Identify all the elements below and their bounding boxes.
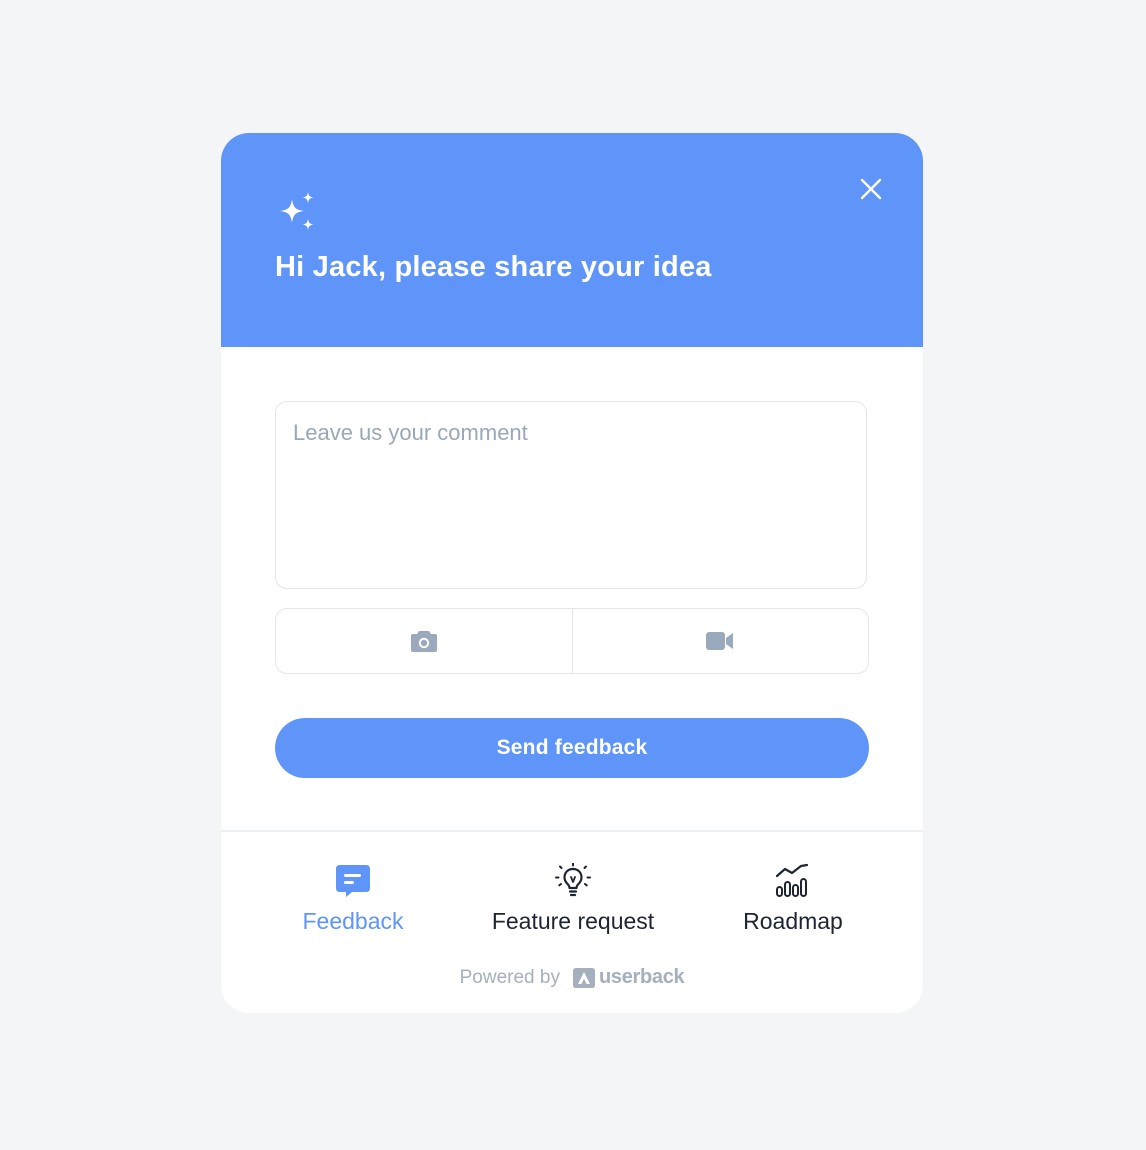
- camera-icon: [410, 631, 437, 652]
- userback-logo-icon: [572, 967, 595, 988]
- sparkles-icon: [280, 192, 314, 230]
- nav-feedback-label: Feedback: [302, 908, 404, 934]
- roadmap-chart-icon: [775, 863, 809, 897]
- close-button[interactable]: [855, 173, 887, 205]
- footer-divider: [221, 830, 923, 832]
- header-title: Hi Jack, please share your idea: [275, 251, 712, 283]
- feedback-icon: [336, 865, 370, 897]
- powered-by: Powered by userback: [221, 966, 923, 989]
- powered-by-text: Powered by: [459, 966, 560, 988]
- userback-link[interactable]: userback: [572, 966, 685, 989]
- nav-feedback[interactable]: Feedback: [299, 863, 407, 935]
- capture-options: [275, 608, 869, 674]
- screenshot-button[interactable]: [276, 609, 572, 673]
- lightbulb-icon: [555, 863, 591, 897]
- send-feedback-button[interactable]: Send feedback: [275, 718, 869, 778]
- nav-feature-request[interactable]: Feature request: [483, 863, 663, 935]
- comment-field[interactable]: [275, 401, 867, 589]
- close-icon: [860, 178, 882, 200]
- video-record-button[interactable]: [571, 609, 869, 673]
- widget-header: Hi Jack, please share your idea: [221, 133, 923, 347]
- video-icon: [706, 632, 734, 650]
- feedback-widget: Hi Jack, please share your idea Send fee…: [221, 133, 923, 1013]
- nav-roadmap[interactable]: Roadmap: [740, 863, 846, 935]
- comment-textarea[interactable]: [276, 402, 866, 588]
- userback-brand: userback: [598, 966, 685, 988]
- nav-roadmap-label: Roadmap: [743, 908, 843, 934]
- nav-feature-request-label: Feature request: [491, 908, 655, 934]
